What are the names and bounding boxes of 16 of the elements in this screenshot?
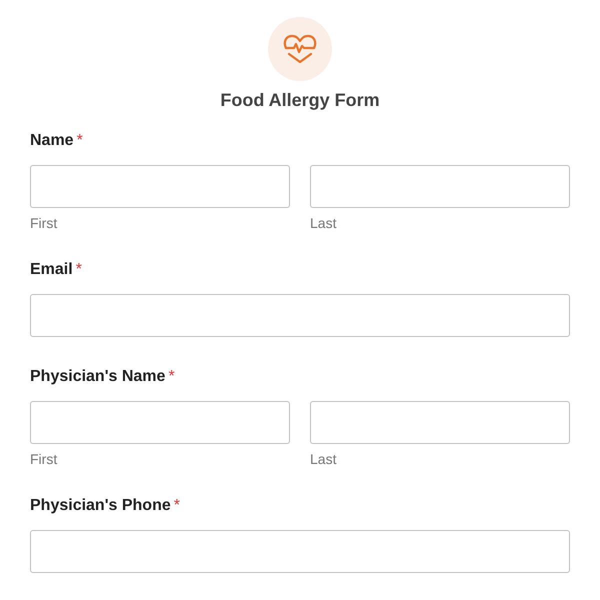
input-field[interactable] — [310, 165, 570, 208]
field-label: Name * — [30, 132, 83, 150]
sub-label: Last — [310, 451, 336, 467]
input-field[interactable] — [30, 165, 290, 208]
heart-pulse-icon — [283, 34, 317, 64]
sub-label: First — [30, 451, 58, 467]
field-label: Physician's Phone * — [30, 497, 180, 515]
input-field[interactable] — [310, 401, 570, 444]
sub-label: Last — [310, 215, 336, 231]
input-field[interactable] — [30, 294, 570, 337]
input-field[interactable] — [30, 401, 290, 444]
field-label: Physician's Name * — [30, 368, 175, 386]
sub-label: First — [30, 215, 58, 231]
field-label: Email * — [30, 261, 82, 279]
input-field[interactable] — [30, 530, 570, 573]
form-title: Food Allergy Form — [220, 90, 380, 111]
